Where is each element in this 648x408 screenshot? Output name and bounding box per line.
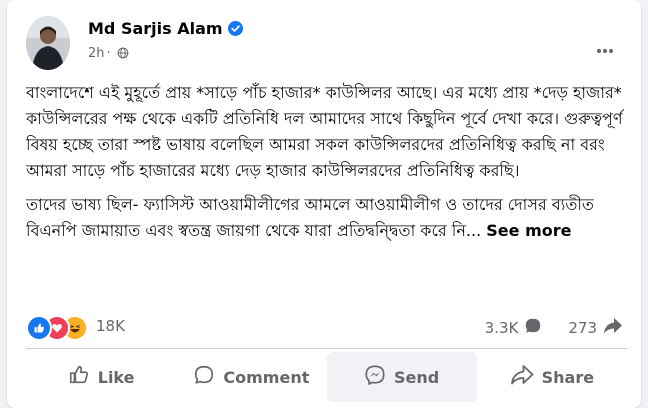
post-paragraph-2: তাদের ভাষ্য ছিল- ফ্যাসিস্ট আওয়ামীলীগের … [26, 192, 627, 244]
avatar[interactable] [26, 16, 70, 70]
send-button[interactable]: Send [326, 352, 477, 402]
post-paragraph-1: বাংলাদেশে এই মুহূর্তে প্রায় *সাড়ে পাঁচ… [26, 83, 623, 180]
more-options-icon[interactable] [597, 38, 621, 53]
post-time[interactable]: 2h [88, 46, 105, 61]
meta-separator: · [106, 46, 111, 61]
share-count-icon[interactable] [603, 317, 623, 339]
like-icon[interactable] [26, 315, 52, 341]
like-button[interactable]: Like [26, 352, 176, 402]
comment-icon [193, 364, 215, 390]
share-count[interactable]: 273 [568, 319, 597, 337]
thumbs-up-icon [68, 364, 90, 390]
author-name-text[interactable]: Md Sarjis Alam [88, 19, 223, 38]
share-button[interactable]: Share [477, 352, 627, 402]
share-button-label: Share [541, 367, 595, 387]
post-text: বাংলাদেশে এই মুহূর্তে প্রায় *সাড়ে পাঁচ… [26, 80, 627, 252]
like-button-label: Like [97, 367, 135, 387]
author-name[interactable]: Md Sarjis Alam [88, 19, 243, 40]
post-meta: 2h · [88, 46, 129, 61]
post-header: Md Sarjis Alam 2h · [26, 16, 627, 74]
share-icon [510, 364, 534, 390]
globe-icon[interactable] [117, 46, 129, 61]
engagement-stats: 3.3K 273 [485, 317, 623, 339]
comment-count-icon[interactable] [524, 317, 542, 339]
see-more-link[interactable]: See more [486, 221, 571, 240]
reactions-bar: 18K 3.3K 273 [26, 312, 627, 341]
verified-badge-icon [227, 21, 243, 40]
messenger-icon [364, 364, 386, 390]
comment-button[interactable]: Comment [176, 352, 326, 402]
action-bar: Like Comment Send Share [26, 352, 627, 402]
divider [26, 348, 627, 349]
post-card: Md Sarjis Alam 2h · বাংলাদেশে এই মুহূর্তে… [7, 0, 641, 408]
comment-count[interactable]: 3.3K [485, 319, 519, 337]
send-button-label: Send [394, 367, 440, 387]
reaction-count[interactable]: 18K [96, 317, 125, 335]
comment-button-label: Comment [223, 367, 310, 387]
